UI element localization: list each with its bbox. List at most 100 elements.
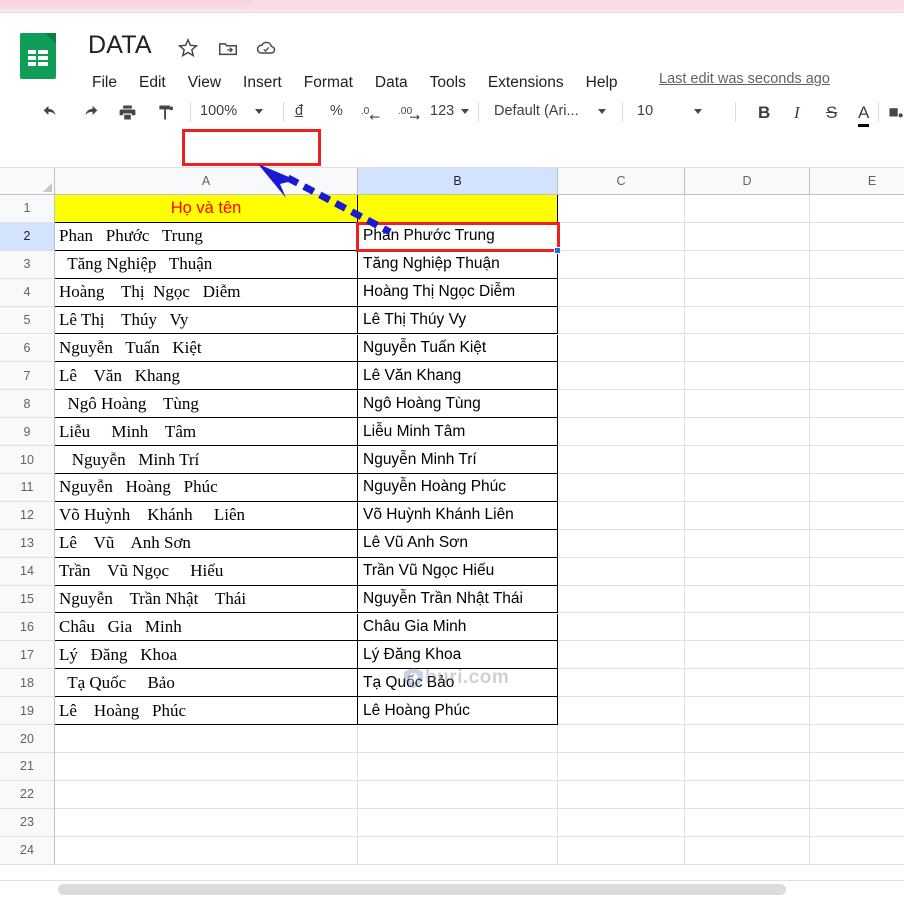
cell-C15[interactable] bbox=[558, 586, 685, 614]
cell-D7[interactable] bbox=[685, 362, 810, 390]
zoom-chevron-down-icon[interactable] bbox=[255, 109, 263, 114]
currency-format-button[interactable]: đ bbox=[295, 103, 303, 119]
row-header-15[interactable]: 15 bbox=[0, 586, 55, 614]
cell-E12[interactable] bbox=[810, 502, 904, 530]
cloud-saved-icon[interactable] bbox=[255, 37, 277, 59]
cell-E11[interactable] bbox=[810, 474, 904, 502]
cell-A2[interactable]: Phan Phước Trung bbox=[55, 223, 358, 251]
cell-B3[interactable]: Tăng Nghiệp Thuận bbox=[358, 251, 558, 279]
cell-E22[interactable] bbox=[810, 781, 904, 809]
cell-A3[interactable]: Tăng Nghiệp Thuận bbox=[55, 251, 358, 279]
cell-C6[interactable] bbox=[558, 335, 685, 363]
decrease-decimal-button[interactable]: .0 bbox=[358, 101, 386, 123]
text-color-button[interactable]: A bbox=[858, 103, 869, 127]
cell-D18[interactable] bbox=[685, 669, 810, 697]
cell-A20[interactable] bbox=[55, 725, 358, 753]
cell-E5[interactable] bbox=[810, 307, 904, 335]
row-header-4[interactable]: 4 bbox=[0, 279, 55, 307]
row-header-22[interactable]: 22 bbox=[0, 781, 55, 809]
cell-D12[interactable] bbox=[685, 502, 810, 530]
redo-icon[interactable] bbox=[77, 101, 101, 123]
row-header-11[interactable]: 11 bbox=[0, 474, 55, 502]
star-icon[interactable] bbox=[177, 37, 199, 59]
font-family-select[interactable]: Default (Ari... bbox=[494, 103, 579, 119]
cell-E23[interactable] bbox=[810, 809, 904, 837]
undo-icon[interactable] bbox=[39, 101, 63, 123]
cell-A15[interactable]: Nguyễn Trần Nhật Thái bbox=[55, 586, 358, 614]
cell-B10[interactable]: Nguyễn Minh Trí bbox=[358, 446, 558, 474]
cell-C23[interactable] bbox=[558, 809, 685, 837]
row-header-21[interactable]: 21 bbox=[0, 753, 55, 781]
cell-E19[interactable] bbox=[810, 697, 904, 725]
cell-E3[interactable] bbox=[810, 251, 904, 279]
cell-D2[interactable] bbox=[685, 223, 810, 251]
row-header-16[interactable]: 16 bbox=[0, 614, 55, 642]
cell-C20[interactable] bbox=[558, 725, 685, 753]
cell-A5[interactable]: Lê Thị Thúy Vy bbox=[55, 307, 358, 335]
cell-D9[interactable] bbox=[685, 418, 810, 446]
cell-A4[interactable]: Hoàng Thị Ngọc Diễm bbox=[55, 279, 358, 307]
cell-B17[interactable]: Lý Đăng Khoa bbox=[358, 641, 558, 669]
cell-D17[interactable] bbox=[685, 641, 810, 669]
menu-data[interactable]: Data bbox=[364, 72, 419, 94]
cell-A1[interactable]: Họ và tên bbox=[55, 195, 358, 223]
cell-E9[interactable] bbox=[810, 418, 904, 446]
cell-E21[interactable] bbox=[810, 753, 904, 781]
cell-C9[interactable] bbox=[558, 418, 685, 446]
fill-color-icon[interactable] bbox=[884, 101, 904, 123]
row-header-10[interactable]: 10 bbox=[0, 446, 55, 474]
cell-B11[interactable]: Nguyễn Hoàng Phúc bbox=[358, 474, 558, 502]
cell-C8[interactable] bbox=[558, 390, 685, 418]
cell-C17[interactable] bbox=[558, 641, 685, 669]
column-header-c[interactable]: C bbox=[558, 168, 685, 195]
cell-E13[interactable] bbox=[810, 530, 904, 558]
cell-A16[interactable]: Châu Gia Minh bbox=[55, 614, 358, 642]
cell-D14[interactable] bbox=[685, 558, 810, 586]
cell-D5[interactable] bbox=[685, 307, 810, 335]
menu-file[interactable]: File bbox=[88, 72, 128, 94]
cell-D10[interactable] bbox=[685, 446, 810, 474]
cell-A6[interactable]: Nguyễn Tuấn Kiệt bbox=[55, 335, 358, 363]
sheets-logo-icon[interactable] bbox=[20, 33, 56, 79]
cell-E18[interactable] bbox=[810, 669, 904, 697]
cell-B24[interactable] bbox=[358, 837, 558, 865]
menu-extensions[interactable]: Extensions bbox=[477, 72, 575, 94]
menu-insert[interactable]: Insert bbox=[232, 72, 293, 94]
cell-D21[interactable] bbox=[685, 753, 810, 781]
cell-A24[interactable] bbox=[55, 837, 358, 865]
cell-B13[interactable]: Lê Vũ Anh Sơn bbox=[358, 530, 558, 558]
cell-A18[interactable]: Tạ Quốc Bảo bbox=[55, 669, 358, 697]
row-header-6[interactable]: 6 bbox=[0, 335, 55, 363]
cell-E1[interactable] bbox=[810, 195, 904, 223]
cell-E24[interactable] bbox=[810, 837, 904, 865]
cell-B18[interactable]: Tạ Quốc Bảo bbox=[358, 669, 558, 697]
cell-A14[interactable]: Trần Vũ Ngọc Hiếu bbox=[55, 558, 358, 586]
cell-C7[interactable] bbox=[558, 362, 685, 390]
cell-D4[interactable] bbox=[685, 279, 810, 307]
cell-B15[interactable]: Nguyễn Trần Nhật Thái bbox=[358, 586, 558, 614]
cell-E8[interactable] bbox=[810, 390, 904, 418]
print-icon[interactable] bbox=[115, 101, 139, 123]
cell-A9[interactable]: Liễu Minh Tâm bbox=[55, 418, 358, 446]
cell-E17[interactable] bbox=[810, 641, 904, 669]
cell-C4[interactable] bbox=[558, 279, 685, 307]
cell-D19[interactable] bbox=[685, 697, 810, 725]
cell-B22[interactable] bbox=[358, 781, 558, 809]
cell-C12[interactable] bbox=[558, 502, 685, 530]
menu-format[interactable]: Format bbox=[293, 72, 364, 94]
cell-C13[interactable] bbox=[558, 530, 685, 558]
cell-E16[interactable] bbox=[810, 614, 904, 642]
cell-C16[interactable] bbox=[558, 614, 685, 642]
cell-C11[interactable] bbox=[558, 474, 685, 502]
row-header-24[interactable]: 24 bbox=[0, 837, 55, 865]
cell-D24[interactable] bbox=[685, 837, 810, 865]
cell-C5[interactable] bbox=[558, 307, 685, 335]
cell-E15[interactable] bbox=[810, 586, 904, 614]
document-title[interactable]: DATA bbox=[88, 31, 152, 60]
row-header-8[interactable]: 8 bbox=[0, 390, 55, 418]
cell-D8[interactable] bbox=[685, 390, 810, 418]
number-format-button[interactable]: 123 bbox=[430, 103, 454, 119]
browser-tab[interactable] bbox=[0, 0, 250, 5]
cell-D3[interactable] bbox=[685, 251, 810, 279]
cell-C24[interactable] bbox=[558, 837, 685, 865]
